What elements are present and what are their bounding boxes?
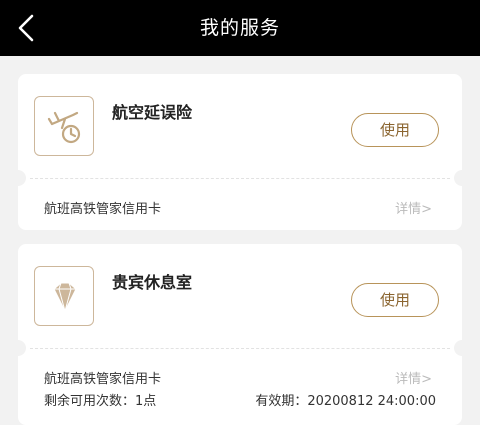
service-card-header: 贵宾休息室 使用 — [18, 244, 462, 348]
expiry-date: 有效期：20200812 24:00:00 — [255, 394, 436, 409]
use-button[interactable]: 使用 — [351, 283, 439, 317]
ticket-notch-right — [454, 340, 470, 356]
service-name: 航空延误险 — [112, 103, 193, 122]
dashed-divider — [30, 178, 450, 179]
page-title: 我的服务 — [199, 17, 280, 39]
ticket-notch-right — [454, 170, 470, 186]
use-button[interactable]: 使用 — [351, 113, 439, 147]
service-icon-box — [34, 266, 94, 326]
remaining-count: 剩余可用次数：1点 — [44, 394, 157, 409]
card-name: 航班高铁管家信用卡 — [44, 202, 162, 217]
ticket-notch-left — [10, 340, 26, 356]
service-icon-box — [34, 96, 94, 156]
detail-link[interactable]: 详情> — [395, 198, 432, 217]
card-name: 航班高铁管家信用卡 — [44, 372, 162, 387]
dashed-divider — [30, 348, 450, 349]
service-name: 贵宾休息室 — [112, 273, 193, 292]
diamond-icon — [53, 282, 77, 313]
flight-delay-icon — [47, 111, 81, 144]
service-card-flight-delay: 航空延误险 使用 航班高铁管家信用卡 详情> — [10, 74, 470, 230]
top-bar: 我的服务 — [0, 0, 480, 56]
service-card-vip-lounge: 贵宾休息室 使用 航班高铁管家信用卡 详情> 剩余可用次数：1点 有效期：202… — [10, 244, 470, 425]
detail-link[interactable]: 详情> — [395, 368, 432, 387]
ticket-notch-left — [10, 170, 26, 186]
service-card-header: 航空延误险 使用 — [18, 74, 462, 178]
